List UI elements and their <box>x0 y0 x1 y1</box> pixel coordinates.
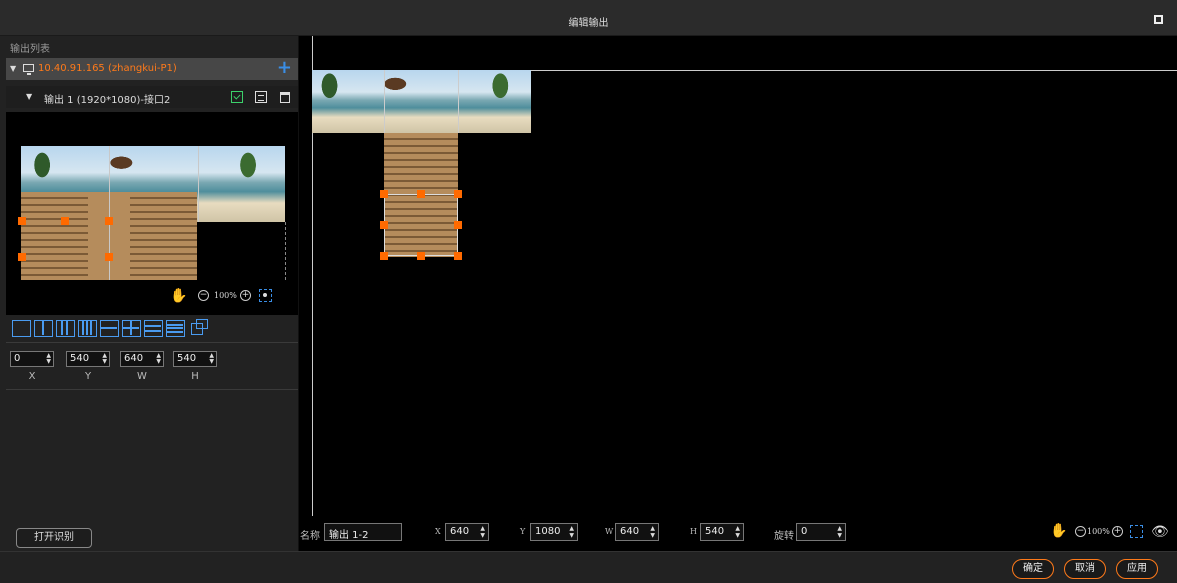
y-label: Y <box>84 371 92 382</box>
w-label: W <box>137 371 147 382</box>
layout-custom-icon[interactable] <box>196 319 208 329</box>
zoom-percent: 100% <box>214 291 237 300</box>
apply-button[interactable]: 应用 <box>1116 559 1158 579</box>
x-label: X <box>435 527 441 536</box>
rotate-spinbox[interactable]: 0 ▲ ▼ <box>796 523 846 541</box>
x-label: X <box>28 371 36 382</box>
x-spinbox[interactable]: 0 ▲ ▼ <box>10 351 54 367</box>
resize-handle[interactable] <box>105 217 113 225</box>
w-spinbox[interactable]: 640 ▲ ▼ <box>120 351 164 367</box>
divider <box>6 342 298 343</box>
maximize-icon[interactable] <box>1154 15 1163 24</box>
expand-triangle-icon[interactable]: ▼ <box>10 64 16 73</box>
h-spinbox[interactable]: 540 ▲ ▼ <box>173 351 217 367</box>
plus-icon[interactable]: + <box>277 57 292 78</box>
resize-handle[interactable] <box>18 217 26 225</box>
ok-button[interactable]: 确定 <box>1012 559 1054 579</box>
resize-handle[interactable] <box>454 190 462 198</box>
hand-icon[interactable]: ✋ <box>1050 523 1067 539</box>
zoom-in-icon[interactable]: + <box>240 290 251 301</box>
name-input[interactable]: 输出 1-2 <box>324 523 402 541</box>
layout-2row-icon[interactable] <box>100 320 119 337</box>
zoom-out-icon[interactable]: − <box>198 290 209 301</box>
resize-handle[interactable] <box>105 253 113 261</box>
zoom-percent: 100% <box>1087 527 1110 536</box>
resize-handle[interactable] <box>18 253 26 261</box>
expand-triangle-icon[interactable]: ▼ <box>26 92 32 101</box>
h-spinbox[interactable]: 540 ▲ ▼ <box>700 523 744 541</box>
y-label: Y <box>520 527 526 536</box>
layout-3col-icon[interactable] <box>56 320 75 337</box>
open-recognition-button[interactable]: 打开识别 <box>16 528 92 548</box>
h-label: H <box>690 527 697 536</box>
device-label: 10.40.91.165 (zhangkui-P1) <box>38 63 177 74</box>
layout-4row-icon[interactable] <box>166 320 185 337</box>
y-spinbox[interactable]: 540 ▲ ▼ <box>66 351 110 367</box>
rotate-label: 旋转 <box>774 531 794 542</box>
preview-zoom-tools: ✋ − 100% + <box>168 288 288 308</box>
canvas-divider <box>458 70 459 133</box>
screen-check-icon[interactable] <box>231 91 243 103</box>
dialog-footer: 确定 取消 应用 <box>0 551 1177 583</box>
zoom-in-icon[interactable]: + <box>1112 526 1123 537</box>
name-label: 名称 <box>300 531 320 542</box>
fit-to-screen-icon[interactable] <box>259 289 272 302</box>
y-spinbox[interactable]: 1080 ▲ ▼ <box>530 523 578 541</box>
edit-icon[interactable] <box>255 91 267 103</box>
layout-grid-icon[interactable] <box>122 320 141 337</box>
property-bar: 名称 输出 1-2 X 640 ▲ ▼ Y 1080 ▲ ▼ W 640 ▲ ▼ H 540… <box>300 521 1177 551</box>
resize-handle[interactable] <box>61 217 69 225</box>
layout-2col-icon[interactable] <box>34 320 53 337</box>
canvas-image-top <box>312 70 531 133</box>
panel-header: 输出列表 <box>10 44 50 55</box>
title-bar: 编辑输出 <box>0 0 1177 36</box>
eye-icon[interactable]: 👁 <box>1151 524 1169 540</box>
zoom-out-icon[interactable]: − <box>1075 526 1086 537</box>
resize-handle[interactable] <box>380 252 388 260</box>
h-label: H <box>191 371 199 382</box>
resize-handle[interactable] <box>454 252 462 260</box>
edit-canvas[interactable] <box>300 36 1177 521</box>
resize-handle[interactable] <box>454 221 462 229</box>
resize-handle[interactable] <box>380 221 388 229</box>
layout-3row-icon[interactable] <box>144 320 163 337</box>
selected-region[interactable] <box>384 194 458 256</box>
trash-icon[interactable] <box>280 92 290 103</box>
x-spinbox[interactable]: 640 ▲ ▼ <box>445 523 489 541</box>
layout-single-icon[interactable] <box>12 320 31 337</box>
output-preview[interactable]: ✋ − 100% + <box>6 112 298 315</box>
w-spinbox[interactable]: 640 ▲ ▼ <box>615 523 659 541</box>
resize-handle[interactable] <box>417 190 425 198</box>
cancel-button[interactable]: 取消 <box>1064 559 1106 579</box>
preview-divider <box>198 146 199 222</box>
output-label: 输出 1 (1920*1080)-接口2 <box>44 95 171 106</box>
resize-handle[interactable] <box>380 190 388 198</box>
device-row[interactable]: ▼ 10.40.91.165 (zhangkui-P1) + <box>6 57 298 80</box>
divider <box>6 389 298 390</box>
output-row[interactable]: ▼ 输出 1 (1920*1080)-接口2 <box>6 86 298 108</box>
preview-dashed-edge <box>285 222 286 280</box>
layout-4col-icon[interactable] <box>78 320 97 337</box>
output-list-panel: 输出列表 ▼ 10.40.91.165 (zhangkui-P1) + ▼ 输出… <box>0 36 299 551</box>
hand-icon[interactable]: ✋ <box>170 288 187 304</box>
w-label: W <box>605 527 614 536</box>
canvas-zoom-tools: ✋ − 100% + 👁 <box>1050 523 1177 543</box>
window-title: 编辑输出 <box>568 18 609 29</box>
canvas-divider <box>384 70 385 133</box>
monitor-icon <box>23 64 34 75</box>
resize-handle[interactable] <box>417 252 425 260</box>
fit-to-screen-icon[interactable] <box>1130 525 1143 538</box>
